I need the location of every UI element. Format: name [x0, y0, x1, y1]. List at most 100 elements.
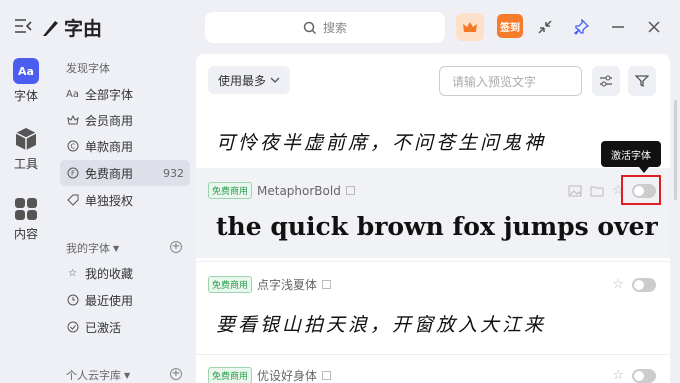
vip-crown-button[interactable] [456, 13, 484, 41]
sidebar-item-label: 全部字体 [85, 87, 134, 102]
cloud-label: 个人云字库 [66, 369, 121, 382]
sidebar-item-all-fonts[interactable]: Aa 全部字体 [60, 81, 190, 107]
minimize-icon[interactable] [606, 15, 630, 39]
activate-toggle[interactable] [632, 368, 656, 383]
font-card-tools: ☆ [612, 368, 656, 383]
app-title: 字由 [64, 18, 103, 40]
font-sample-text: the quick brown fox jumps over t... [216, 212, 661, 241]
rail-item-tools[interactable]: 工具 [0, 126, 52, 172]
star-icon[interactable]: ☆ [612, 368, 624, 383]
font-card-header: 免费商用 MetaphorBold [208, 182, 355, 199]
sidebar: 发现字体 Aa 全部字体 会员商用 C 单款商用 F 免费商用 932 单独授权… [56, 54, 192, 383]
funnel-icon [635, 75, 649, 88]
scrollbar[interactable] [674, 100, 677, 200]
highlight-box [621, 175, 661, 205]
pin-icon[interactable] [569, 15, 593, 39]
font-name: 优设好身体 [257, 369, 318, 383]
preview-text-input[interactable]: 请输入预览文字 [439, 66, 582, 96]
free-commercial-badge: 免费商用 [208, 367, 253, 383]
font-card-youshe[interactable]: 免费商用 优设好身体 ☆ [196, 354, 670, 383]
sidebar-item-label: 会员商用 [85, 113, 134, 128]
star-icon: ☆ [68, 267, 77, 279]
crown-icon [66, 114, 79, 127]
free-commercial-badge: 免费商用 [208, 182, 253, 199]
sliders-icon [600, 75, 612, 87]
font-card-header: 免费商用 点字浅夏体 [208, 276, 332, 293]
font-list-panel: 使用最多 请输入预览文字 可怜夜半虚前席，不问苍生问鬼神 免费商用 Metaph… [196, 54, 670, 383]
copyright-icon: C [66, 140, 79, 153]
rail-label: 工具 [13, 157, 38, 171]
app-logo: 字由 [40, 14, 102, 41]
svg-text:C: C [70, 143, 75, 151]
chevron-down-icon [270, 73, 280, 87]
copy-icon[interactable] [345, 186, 355, 195]
rail-item-fonts[interactable]: Aa 字体 [0, 58, 52, 104]
svg-text:F: F [70, 170, 74, 178]
top-preview-sample: 可怜夜半虚前席，不问苍生问鬼神 [216, 132, 547, 154]
sort-dropdown[interactable]: 使用最多 [208, 66, 290, 94]
caret-down-icon: ▼ [113, 243, 120, 253]
sidebar-item-single-commercial[interactable]: C 单款商用 [60, 133, 190, 159]
filter-settings-button[interactable] [592, 66, 620, 96]
pen-icon [43, 20, 58, 36]
add-my-font-icon[interactable]: + [170, 241, 182, 253]
sidebar-item-label: 单款商用 [85, 139, 134, 154]
fonts-icon: Aa [13, 58, 39, 84]
copy-icon[interactable] [322, 371, 332, 380]
clock-icon [66, 294, 79, 307]
rail-label: 内容 [13, 227, 38, 241]
sidebar-item-label: 免费商用 [85, 166, 134, 181]
add-cloud-font-icon[interactable]: + [170, 368, 182, 380]
free-commercial-badge: 免费商用 [208, 276, 253, 293]
font-card-metaphorbold[interactable]: 免费商用 MetaphorBold ☆ the quick brown fox … [196, 168, 670, 258]
sidebar-item-vip-commercial[interactable]: 会员商用 [60, 107, 190, 133]
font-name: MetaphorBold [257, 183, 341, 198]
activate-toggle[interactable] [632, 277, 656, 292]
shrink-window-icon[interactable] [533, 15, 557, 39]
sidebar-item-free-commercial[interactable]: F 免费商用 932 [60, 160, 190, 186]
search-icon [303, 21, 317, 34]
discover-section-title: 发现字体 [66, 62, 110, 75]
cube-icon [15, 128, 37, 150]
check-circle-icon [66, 321, 79, 334]
collapse-menu-icon[interactable] [14, 18, 34, 34]
grid-icon [15, 198, 37, 220]
font-count: 932 [163, 166, 184, 180]
search-box[interactable]: 搜索 [205, 12, 445, 43]
font-card-header: 免费商用 优设好身体 [208, 367, 332, 383]
folder-icon[interactable] [590, 185, 604, 197]
left-rail: Aa 字体 工具 内容 [0, 54, 52, 383]
sidebar-item-label: 最近使用 [85, 293, 134, 308]
star-icon[interactable]: ☆ [612, 277, 624, 292]
rail-label: 字体 [13, 89, 38, 103]
crown-icon [463, 22, 477, 32]
rail-item-content[interactable]: 内容 [0, 196, 52, 242]
font-card-dianzi[interactable]: 免费商用 点字浅夏体 ☆ 要看银山拍天浪，开窗放入大江来 [196, 261, 670, 353]
sidebar-item-label: 已激活 [85, 320, 122, 335]
caret-down-icon: ▼ [124, 370, 131, 380]
font-card-tools: ☆ [612, 277, 656, 292]
image-icon[interactable] [568, 185, 582, 197]
font-sample-text: 要看银山拍天浪，开窗放入大江来 [216, 314, 547, 336]
sidebar-item-recent[interactable]: 最近使用 [60, 287, 190, 313]
aa-icon: Aa [66, 88, 79, 100]
title-bar: 字由 搜索 签到 [0, 0, 680, 54]
close-icon[interactable] [642, 15, 666, 39]
cloud-section-title[interactable]: 个人云字库 ▼ [66, 367, 130, 383]
sidebar-item-label: 单独授权 [85, 193, 134, 208]
sidebar-item-favorites[interactable]: ☆ 我的收藏 [60, 260, 190, 286]
font-name: 点字浅夏体 [257, 278, 318, 292]
my-fonts-section-title[interactable]: 我的字体 ▼ [66, 240, 119, 256]
tag-icon [66, 194, 79, 207]
search-placeholder: 搜索 [322, 21, 347, 35]
copy-icon[interactable] [322, 280, 332, 289]
sidebar-item-label: 我的收藏 [85, 266, 134, 281]
checkin-button[interactable]: 签到 [497, 14, 523, 38]
sidebar-item-exclusive-license[interactable]: 单独授权 [60, 187, 190, 213]
sidebar-item-activated[interactable]: 已激活 [60, 314, 190, 340]
activate-font-tooltip: 激活字体 [601, 141, 661, 173]
app-window: 字由 搜索 签到 Aa 字体 工具 内容 发现字体 Aa 全部字体 会员商用 C… [0, 0, 680, 383]
filter-button[interactable] [628, 66, 656, 96]
free-icon: F [66, 167, 79, 180]
sort-label: 使用最多 [217, 73, 266, 88]
